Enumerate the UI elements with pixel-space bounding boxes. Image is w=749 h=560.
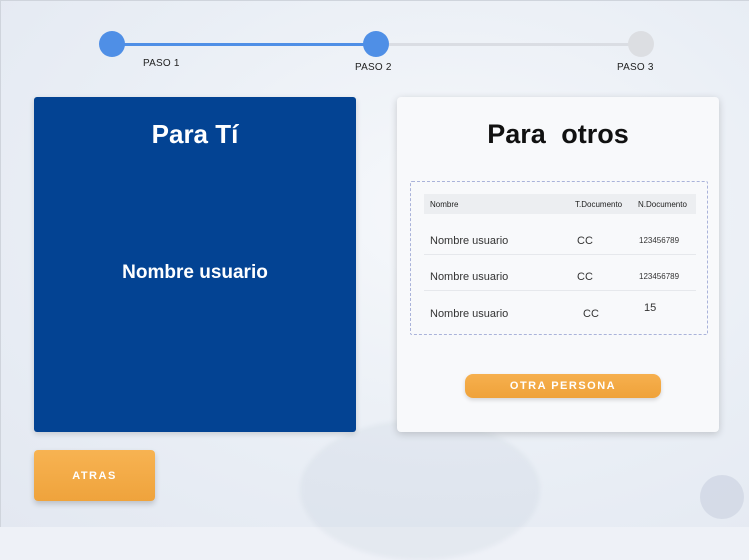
step-1-dot xyxy=(99,31,125,57)
header-nombre: Nombre xyxy=(430,200,459,209)
cell-tipo-documento: CC xyxy=(577,271,593,283)
table-row[interactable]: Nombre usuario CC 15 xyxy=(424,297,696,327)
cell-nombre: Nombre usuario xyxy=(430,235,509,247)
cell-tipo-documento: CC xyxy=(583,308,599,320)
header-numero-documento: N.Documento xyxy=(638,200,687,209)
cell-numero-documento: 15 xyxy=(644,302,657,314)
for-you-card[interactable]: Para Tí Nombre usuario xyxy=(34,97,356,432)
step-2-label: PASO 2 xyxy=(355,62,392,73)
step-2-dot xyxy=(363,31,389,57)
back-button[interactable]: ATRAS xyxy=(34,450,155,501)
progress-stepper: PASO 1 PASO 2 PASO 3 xyxy=(0,0,749,80)
step-3-label: PASO 3 xyxy=(617,62,654,73)
header-tipo-documento: T.Documento xyxy=(575,200,623,209)
table-row[interactable]: Nombre usuario CC 123456789 xyxy=(424,261,696,291)
cell-nombre: Nombre usuario xyxy=(430,308,509,320)
for-others-card: Para otros Nombre T.Documento N.Document… xyxy=(397,97,719,432)
background-decoration-circle xyxy=(700,475,744,519)
cell-numero-documento: 123456789 xyxy=(639,236,680,245)
add-other-person-button[interactable]: OTRA PERSONA xyxy=(465,374,661,398)
user-name: Nombre usuario xyxy=(122,262,268,283)
background-decoration xyxy=(300,420,540,560)
cell-numero-documento: 123456789 xyxy=(639,272,680,281)
table-row[interactable]: Nombre usuario CC 123456789 xyxy=(424,225,696,255)
cell-nombre: Nombre usuario xyxy=(430,271,509,283)
others-table: Nombre T.Documento N.Documento Nombre us… xyxy=(410,181,708,335)
row-divider xyxy=(424,254,696,255)
step-3-dot xyxy=(628,31,654,57)
row-divider xyxy=(424,290,696,291)
stepper-progress-fill xyxy=(112,43,377,46)
table-header: Nombre T.Documento N.Documento xyxy=(424,194,696,214)
for-you-title: Para Tí xyxy=(151,119,239,149)
step-1-label: PASO 1 xyxy=(143,58,180,69)
for-others-title: Para otros xyxy=(487,119,629,149)
cell-tipo-documento: CC xyxy=(577,235,593,247)
